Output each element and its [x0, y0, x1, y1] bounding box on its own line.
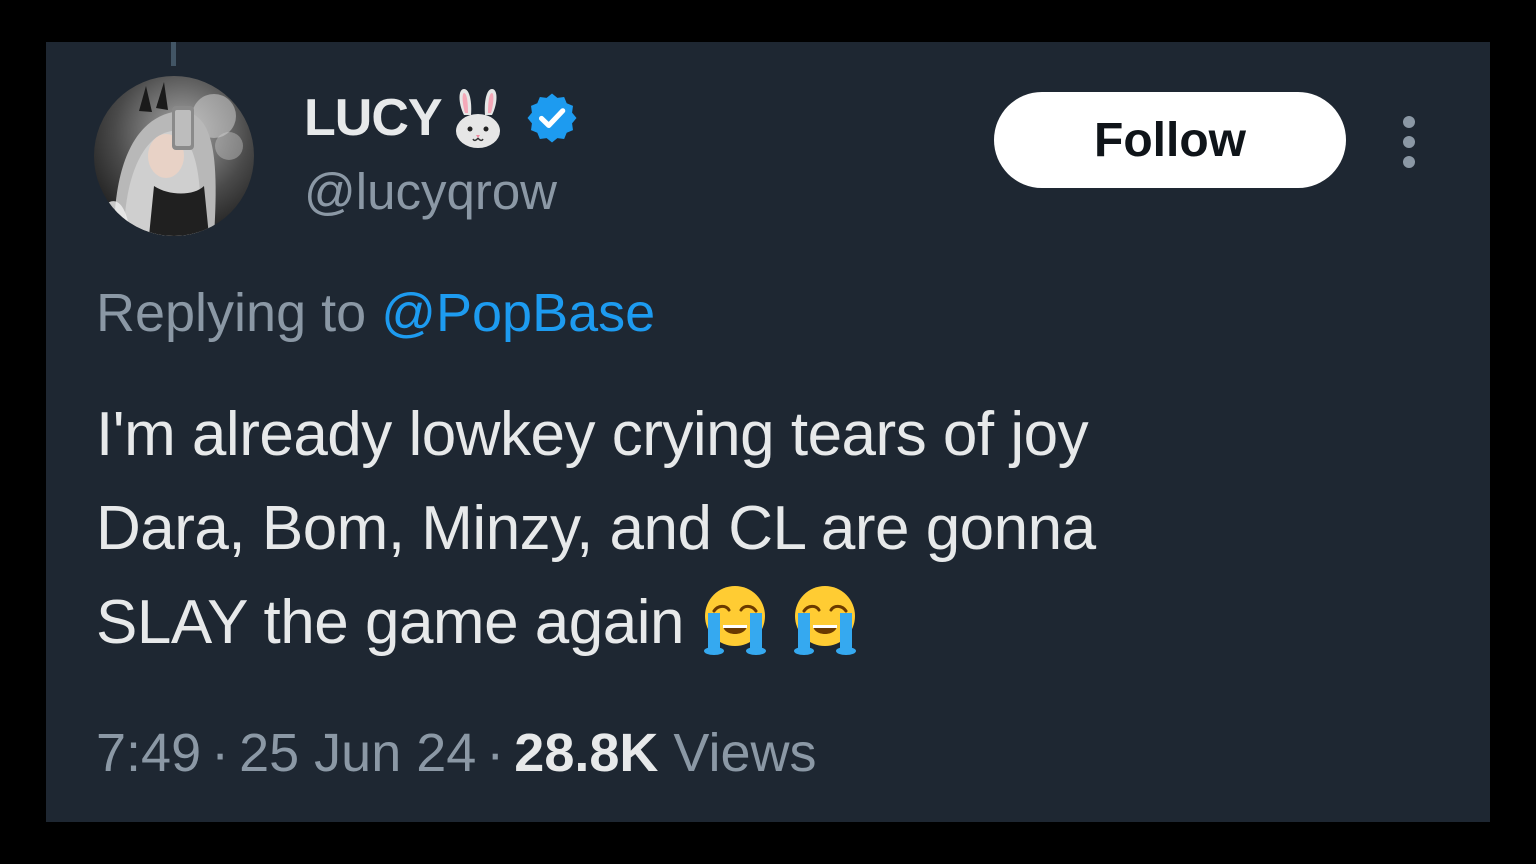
- more-options-icon[interactable]: [1394, 112, 1424, 172]
- tweet-text: I'm already lowkey crying tears of joy D…: [96, 388, 1456, 670]
- tweet-meta: 7:49 · 25 Jun 24 · 28.8K Views: [96, 722, 816, 784]
- avatar-photo: [94, 76, 254, 236]
- replying-to-mention-link[interactable]: @PopBase: [381, 283, 655, 343]
- views-count[interactable]: 28.8K: [514, 723, 658, 783]
- tweet-card: LUCY @lucyqrow Follow Replying to @PopBa…: [46, 42, 1490, 822]
- loudly-crying-face-icon: [793, 586, 856, 655]
- meta-separator: ·: [211, 723, 230, 783]
- tweet-text-line-last: SLAY the game again: [96, 576, 1456, 670]
- verified-badge-icon: [527, 93, 577, 143]
- thread-connector-line: [171, 42, 176, 66]
- meta-separator: ·: [486, 723, 505, 783]
- follow-button[interactable]: Follow: [994, 92, 1346, 188]
- tweet-text-line: I'm already lowkey crying tears of joy: [96, 400, 1089, 469]
- tweet-time[interactable]: 7:49: [96, 723, 201, 783]
- views-label[interactable]: Views: [673, 723, 816, 783]
- loudly-crying-face-icon: [703, 586, 766, 655]
- replying-to-line: Replying to @PopBase: [96, 282, 655, 344]
- author-handle[interactable]: @lucyqrow: [304, 162, 557, 221]
- author-name-row[interactable]: LUCY: [304, 86, 580, 150]
- display-name[interactable]: LUCY: [304, 88, 443, 148]
- avatar[interactable]: [94, 76, 254, 236]
- tweet-date[interactable]: 25 Jun 24: [239, 723, 476, 783]
- tweet-text-line: Dara, Bom, Minzy, and CL are gonna: [96, 494, 1096, 563]
- replying-prefix: Replying to: [96, 283, 367, 343]
- tweet-text-line: SLAY the game again: [96, 588, 684, 657]
- rabbit-face-icon: [455, 89, 500, 148]
